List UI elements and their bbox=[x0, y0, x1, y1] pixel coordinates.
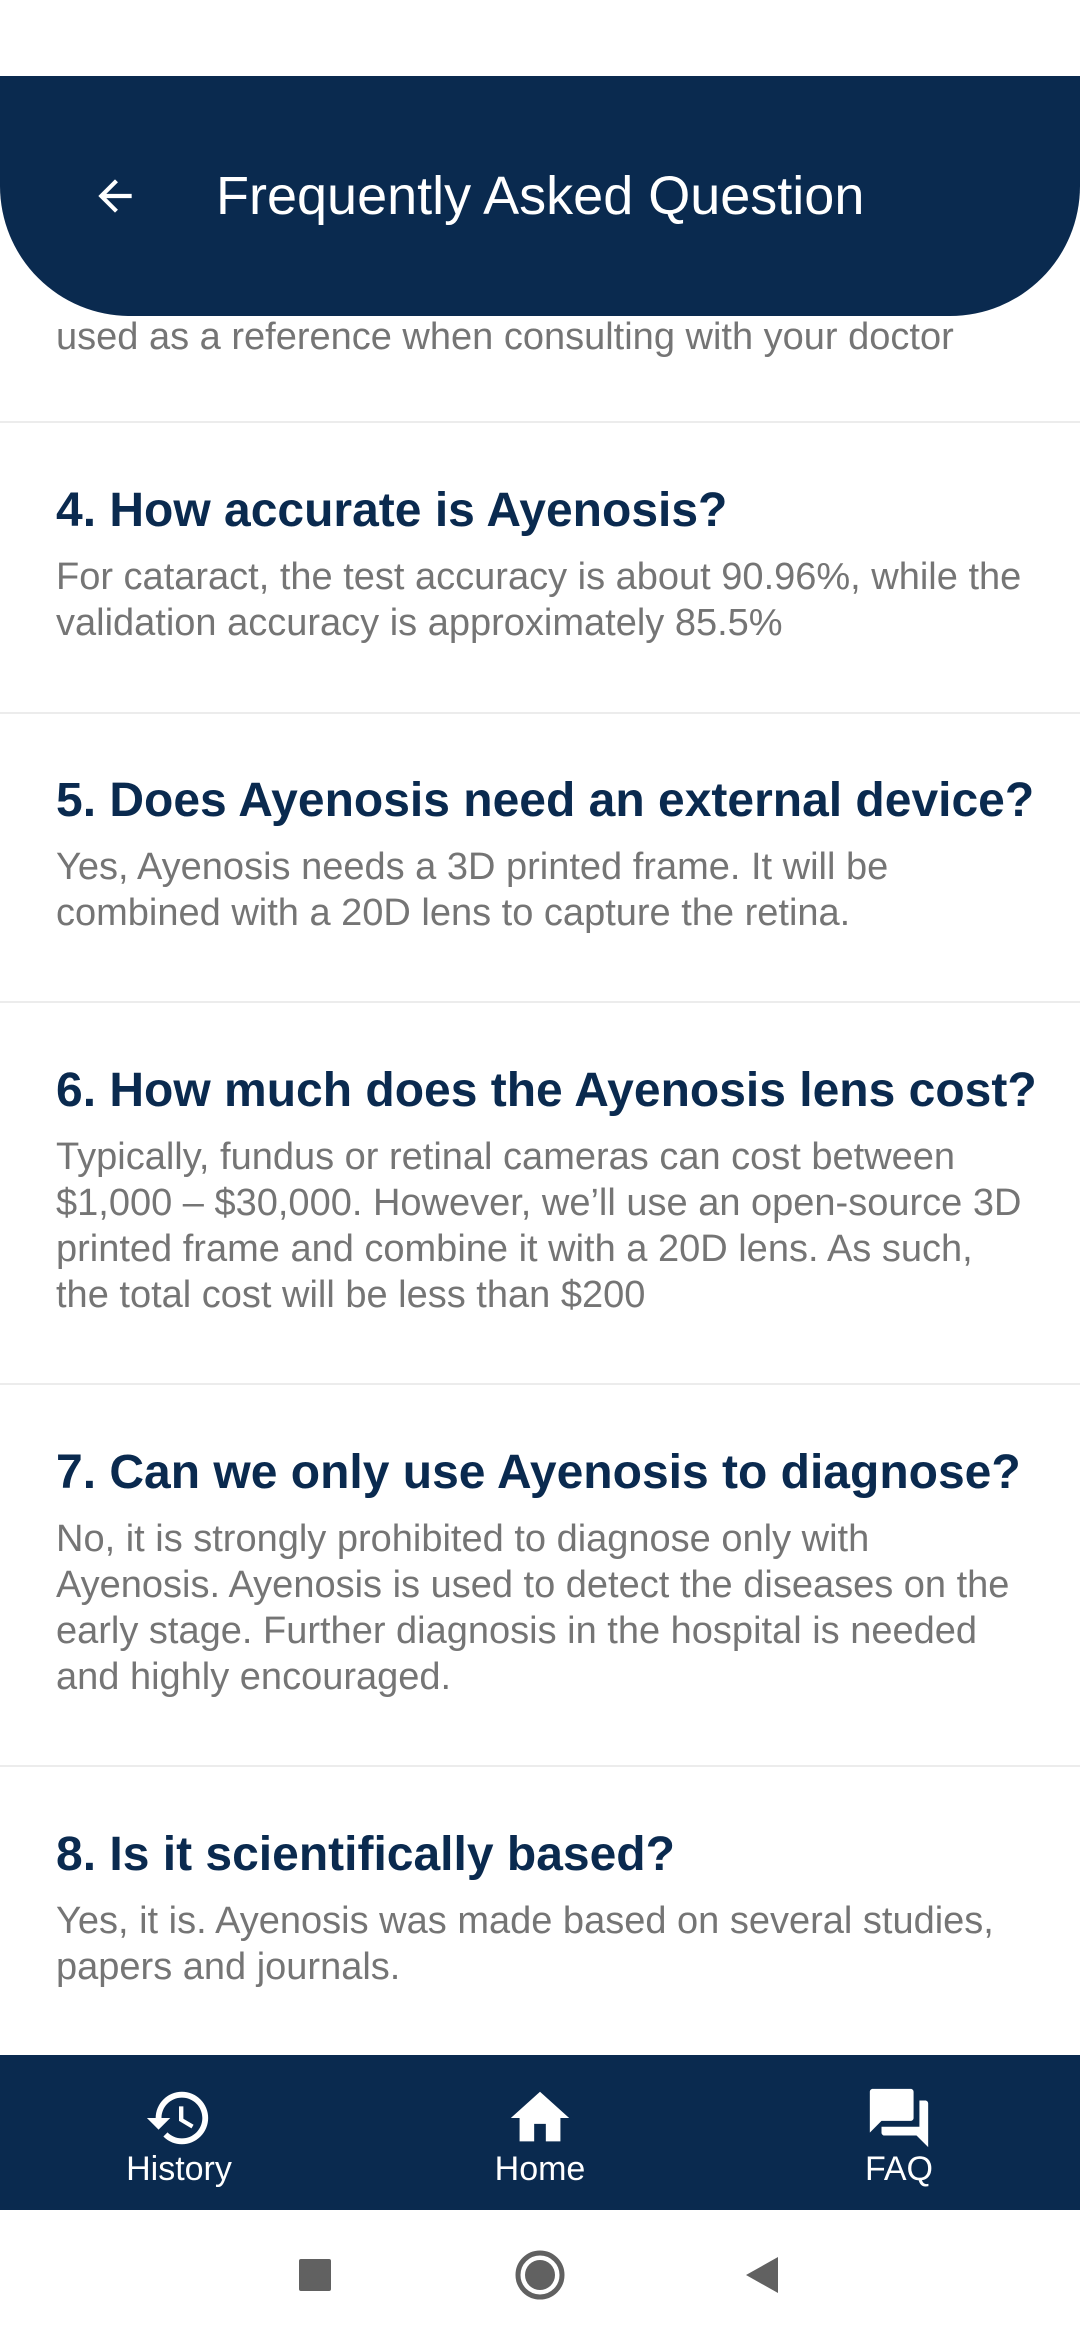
back-system-button[interactable] bbox=[732, 2245, 792, 2305]
divider bbox=[0, 1383, 1080, 1385]
faq-question: 5. Does Ayenosis need an external device… bbox=[56, 774, 1035, 827]
page-title: Frequently Asked Question bbox=[216, 166, 865, 226]
home-icon bbox=[502, 2083, 578, 2153]
faq-answer: Yes, it is. Ayenosis was made based on s… bbox=[56, 1900, 994, 1988]
forum-icon bbox=[861, 2083, 937, 2153]
divider bbox=[0, 1001, 1080, 1003]
faq-answer: For cataract, the test accuracy is about… bbox=[56, 556, 1022, 644]
faq-item-5[interactable]: 5. Does Ayenosis need an external device… bbox=[56, 772, 1036, 936]
faq-item-7[interactable]: 7. Can we only use Ayenosis to diagnose?… bbox=[56, 1444, 1036, 1700]
faq-answer: Typically, fundus or retinal cameras can… bbox=[56, 1136, 1022, 1316]
faq-answer: No, it is strongly prohibited to diagnos… bbox=[56, 1518, 1010, 1698]
faq-question: 8. Is it scientifically based? bbox=[56, 1828, 675, 1881]
faq-answer: Yes, Ayenosis needs a 3D printed frame. … bbox=[56, 846, 889, 934]
faq-item-8[interactable]: 8. Is it scientifically based? Yes, it i… bbox=[56, 1826, 1036, 1990]
triangle-left-icon bbox=[746, 2257, 778, 2293]
system-nav-bar bbox=[0, 2210, 1080, 2340]
nav-item-history[interactable]: History bbox=[79, 2055, 279, 2210]
faq-item-4[interactable]: 4. How accurate is Ayenosis? For catarac… bbox=[56, 482, 1036, 646]
faq-question: 7. Can we only use Ayenosis to diagnose? bbox=[56, 1446, 1021, 1499]
faq-question: 4. How accurate is Ayenosis? bbox=[56, 484, 728, 537]
nav-label: Home bbox=[494, 2150, 586, 2188]
bottom-nav: History Home FAQ bbox=[0, 2055, 1080, 2210]
divider bbox=[0, 712, 1080, 714]
divider bbox=[0, 421, 1080, 423]
nav-label: FAQ bbox=[864, 2150, 934, 2188]
app-header: Frequently Asked Question bbox=[0, 76, 1080, 316]
nav-item-home[interactable]: Home bbox=[440, 2055, 640, 2210]
arrow-left-icon bbox=[98, 179, 132, 213]
faq-answer-partial: used as a reference when consulting with… bbox=[56, 316, 954, 358]
square-icon bbox=[299, 2259, 331, 2291]
circle-icon bbox=[515, 2250, 565, 2300]
recents-button[interactable] bbox=[285, 2245, 345, 2305]
nav-item-faq[interactable]: FAQ bbox=[799, 2055, 999, 2210]
divider bbox=[0, 1765, 1080, 1767]
nav-label: History bbox=[126, 2150, 232, 2188]
home-system-button[interactable] bbox=[510, 2245, 570, 2305]
back-button[interactable] bbox=[80, 161, 150, 231]
faq-question: 6. How much does the Ayenosis lens cost? bbox=[56, 1064, 1037, 1117]
history-icon bbox=[141, 2083, 217, 2153]
faq-item-6[interactable]: 6. How much does the Ayenosis lens cost?… bbox=[56, 1062, 1037, 1318]
